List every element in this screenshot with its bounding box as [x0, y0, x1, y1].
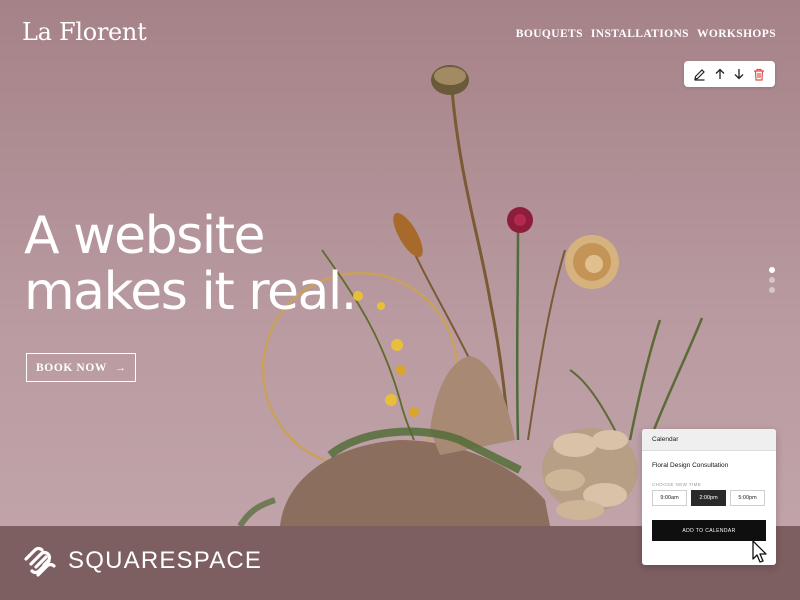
time-slot-option[interactable]: 9:00am [652, 490, 687, 506]
time-slot-option-selected[interactable]: 2:00pm [691, 490, 726, 506]
squarespace-mark-icon [24, 546, 56, 577]
calendar-event-title: Floral Design Consultation [652, 462, 729, 469]
main-navigation: BOUQUETS INSTALLATIONS WORKSHOPS [516, 28, 776, 40]
hero-headline-line2: makes it real. [24, 262, 357, 322]
arrow-right-icon: → [114, 361, 126, 374]
wheat-stem [393, 212, 471, 361]
block-edit-toolbar [684, 61, 775, 87]
nav-item-installations[interactable]: INSTALLATIONS [591, 28, 689, 40]
book-now-button[interactable]: BOOK NOW → [26, 353, 136, 382]
calendar-header: Calendar [642, 429, 776, 451]
arrow-down-icon[interactable] [731, 66, 747, 82]
slide-dot-3[interactable] [769, 287, 775, 293]
mouse-pointer-icon [752, 540, 767, 563]
book-now-label: BOOK NOW [36, 361, 107, 374]
trash-icon[interactable] [751, 66, 767, 82]
squarespace-logo[interactable]: SQUARESPACE [22, 545, 262, 577]
squarespace-wordmark: SQUARESPACE [68, 547, 263, 574]
red-flower-stem [507, 207, 533, 441]
add-to-calendar-button[interactable]: ADD TO CALENDAR [652, 520, 766, 541]
bracket-fungus [542, 428, 638, 520]
site-logo[interactable]: La Florent [22, 18, 147, 46]
hero-headline: A website makes it real. [24, 206, 357, 322]
slide-dot-1[interactable] [769, 267, 775, 273]
arrow-up-icon[interactable] [712, 66, 728, 82]
hero-headline-line1: A website [24, 206, 266, 266]
slider-pagination [769, 267, 775, 293]
fern-spiral-stem [527, 235, 619, 441]
time-slot-group: 9:00am 2:00pm 5:00pm [652, 490, 776, 506]
time-slot-option[interactable]: 5:00pm [730, 490, 765, 506]
grass-blades [569, 317, 704, 441]
calendar-subheading: CHOOSE NEW TIME [652, 482, 702, 487]
pencil-icon[interactable] [692, 66, 708, 82]
slide-dot-2[interactable] [769, 277, 775, 283]
nav-item-bouquets[interactable]: BOUQUETS [516, 28, 583, 40]
nav-item-workshops[interactable]: WORKSHOPS [697, 28, 776, 40]
